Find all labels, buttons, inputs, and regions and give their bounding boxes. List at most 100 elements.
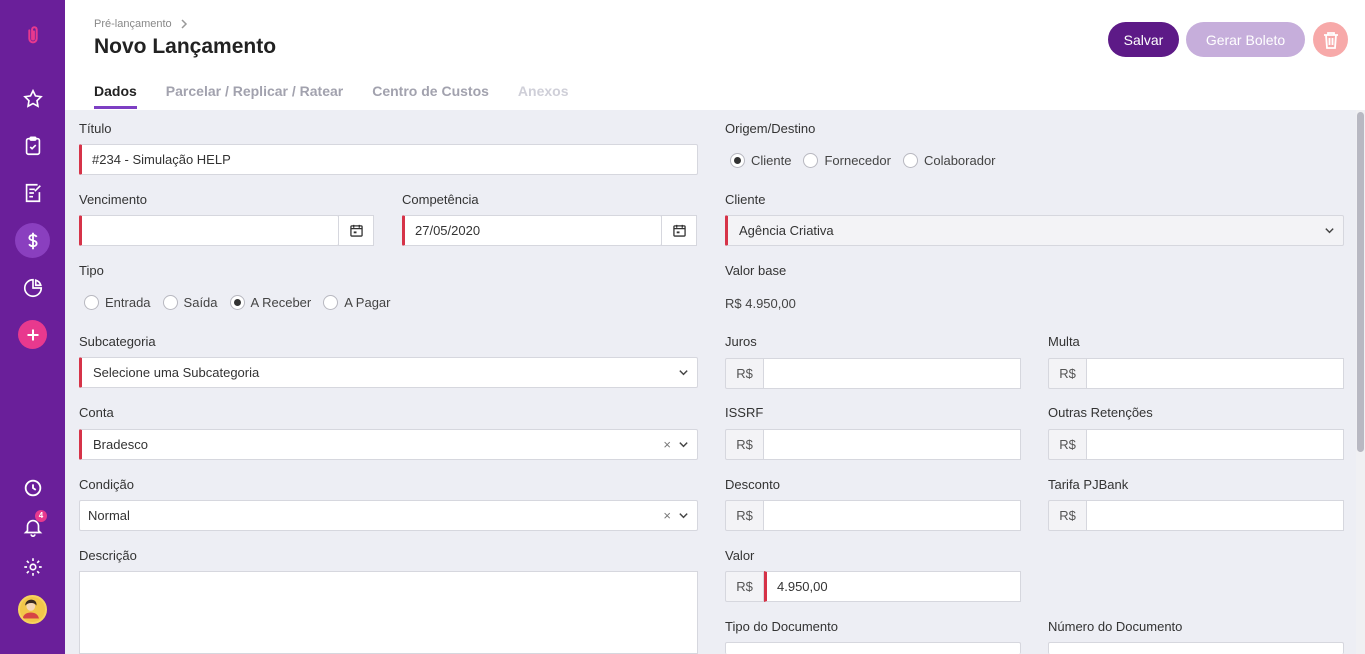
- currency-prefix: R$: [725, 500, 764, 531]
- vencimento-input[interactable]: [79, 215, 339, 246]
- radio-button-selected[interactable]: [229, 295, 245, 310]
- valor-input[interactable]: 4.950,00: [764, 571, 1021, 602]
- currency-prefix: R$: [1048, 429, 1087, 460]
- numero-documento-input[interactable]: [1048, 642, 1344, 654]
- tab-centro-custos[interactable]: Centro de Custos: [372, 83, 489, 109]
- multa-field: R$: [1048, 358, 1344, 389]
- clear-icon[interactable]: ×: [663, 430, 671, 459]
- juros-input[interactable]: [764, 358, 1021, 389]
- tipo-radio-group: Entrada Saída A Receber A Pagar: [84, 295, 395, 310]
- valor-field: R$ 4.950,00: [725, 571, 1021, 602]
- sidebar: 4: [0, 0, 65, 654]
- user-avatar[interactable]: [18, 595, 47, 624]
- origem-radio-group: Cliente Fornecedor Colaborador: [730, 153, 1000, 168]
- radio-button[interactable]: [902, 153, 918, 168]
- radio-button-selected[interactable]: [730, 153, 745, 168]
- radio-button[interactable]: [323, 295, 339, 310]
- origem-option-colaborador[interactable]: Colaborador: [902, 153, 996, 168]
- descricao-textarea[interactable]: [79, 571, 698, 654]
- tipo-documento-label: Tipo do Documento: [725, 619, 838, 634]
- competencia-label: Competência: [402, 192, 479, 207]
- currency-prefix: R$: [1048, 358, 1087, 389]
- tab-anexos[interactable]: Anexos: [518, 83, 569, 109]
- cliente-label: Cliente: [725, 192, 766, 207]
- tipo-option-saida[interactable]: Saída: [162, 295, 218, 310]
- issrf-input[interactable]: [764, 429, 1021, 460]
- pie-chart-icon[interactable]: [20, 275, 45, 300]
- origem-option-cliente[interactable]: Cliente: [730, 153, 791, 168]
- tarifa-field: R$: [1048, 500, 1344, 531]
- vencimento-calendar-button[interactable]: [338, 215, 374, 246]
- tab-bar: Dados Parcelar / Replicar / Ratear Centr…: [94, 83, 569, 109]
- breadcrumb: Pré-lançamento: [94, 18, 188, 30]
- clipboard-check-icon[interactable]: [20, 133, 45, 158]
- subcategoria-select[interactable]: Selecione uma Subcategoria: [79, 357, 698, 388]
- clear-icon[interactable]: ×: [663, 501, 671, 530]
- competencia-calendar-button[interactable]: [661, 215, 697, 246]
- finance-dollar-icon[interactable]: [15, 223, 50, 258]
- issrf-field: R$: [725, 429, 1021, 460]
- juros-label: Juros: [725, 334, 757, 349]
- clock-icon[interactable]: [20, 475, 45, 500]
- notification-bell-icon[interactable]: 4: [20, 510, 47, 539]
- currency-prefix: R$: [1048, 500, 1087, 531]
- titulo-label: Título: [79, 121, 112, 136]
- conta-select[interactable]: Bradesco ×: [79, 429, 698, 460]
- calendar-icon: [349, 224, 363, 237]
- issrf-label: ISSRF: [725, 405, 764, 420]
- origem-option-fornecedor[interactable]: Fornecedor: [803, 153, 891, 168]
- subcategoria-label: Subcategoria: [79, 334, 156, 349]
- chevron-down-icon: [679, 442, 688, 448]
- titulo-input[interactable]: #234 - Simulação HELP: [79, 144, 698, 175]
- outras-retencoes-input[interactable]: [1087, 429, 1344, 460]
- radio-button[interactable]: [162, 295, 178, 310]
- settings-gear-icon[interactable]: [20, 554, 45, 579]
- star-icon[interactable]: [20, 86, 45, 111]
- multa-label: Multa: [1048, 334, 1080, 349]
- tipo-documento-select[interactable]: [725, 642, 1021, 654]
- currency-prefix: R$: [725, 358, 764, 389]
- radio-label: A Receber: [250, 295, 312, 310]
- valor-base-value: R$ 4.950,00: [725, 296, 796, 311]
- tab-dados[interactable]: Dados: [94, 83, 137, 109]
- valor-base-label: Valor base: [725, 263, 787, 278]
- tipo-option-a-receber[interactable]: A Receber: [229, 295, 312, 310]
- condicao-label: Condição: [79, 477, 134, 492]
- paperclip-logo-icon[interactable]: [20, 22, 45, 47]
- chevron-down-icon: [679, 513, 688, 519]
- generate-boleto-button[interactable]: Gerar Boleto: [1186, 22, 1305, 57]
- edit-document-icon[interactable]: [20, 180, 45, 205]
- vencimento-label: Vencimento: [79, 192, 147, 207]
- outras-retencoes-label: Outras Retenções: [1048, 405, 1153, 420]
- competencia-input[interactable]: 27/05/2020: [402, 215, 662, 246]
- numero-documento-label: Número do Documento: [1048, 619, 1183, 634]
- condicao-value: Normal: [88, 508, 130, 523]
- page-title: Novo Lançamento: [94, 35, 277, 58]
- save-button[interactable]: Salvar: [1108, 22, 1179, 57]
- subcategoria-value: Selecione uma Subcategoria: [93, 365, 260, 380]
- calendar-icon: [672, 224, 686, 237]
- chevron-down-icon: [1325, 228, 1334, 234]
- scrollbar-thumb[interactable]: [1357, 112, 1364, 452]
- tipo-option-entrada[interactable]: Entrada: [84, 295, 151, 310]
- radio-label: Entrada: [105, 295, 151, 310]
- add-icon[interactable]: [18, 320, 47, 349]
- breadcrumb-link[interactable]: Pré-lançamento: [94, 18, 172, 30]
- multa-input[interactable]: [1087, 358, 1344, 389]
- radio-button[interactable]: [803, 153, 819, 168]
- condicao-select[interactable]: Normal ×: [79, 500, 698, 531]
- tarifa-input[interactable]: [1087, 500, 1344, 531]
- radio-label: Fornecedor: [824, 153, 891, 168]
- cliente-select[interactable]: Agência Criativa: [725, 215, 1344, 246]
- delete-button[interactable]: [1313, 22, 1348, 57]
- desconto-input[interactable]: [764, 500, 1021, 531]
- descricao-label: Descrição: [79, 548, 137, 563]
- page-header: Pré-lançamento Novo Lançamento Salvar Ge…: [65, 0, 1365, 110]
- tab-parcelar[interactable]: Parcelar / Replicar / Ratear: [166, 83, 343, 109]
- radio-button[interactable]: [84, 295, 99, 310]
- tipo-option-a-pagar[interactable]: A Pagar: [323, 295, 391, 310]
- origem-label: Origem/Destino: [725, 121, 816, 136]
- trash-icon: [1323, 31, 1338, 49]
- radio-label: Cliente: [751, 153, 792, 168]
- currency-prefix: R$: [725, 429, 764, 460]
